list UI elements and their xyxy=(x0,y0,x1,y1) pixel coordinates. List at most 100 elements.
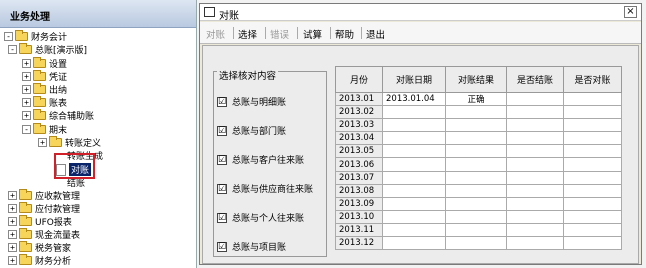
table-row[interactable]: 2013.05 xyxy=(335,144,622,159)
cell-reconciled xyxy=(563,170,622,185)
table-row[interactable]: 2013.08 xyxy=(335,183,622,198)
tree-label: 账表 xyxy=(49,99,68,109)
tree-item-ufo-report[interactable]: + UFO报表 xyxy=(8,215,72,228)
expand-icon[interactable]: + xyxy=(8,243,17,252)
expand-icon[interactable]: + xyxy=(8,191,17,200)
col-header-month: 月份 xyxy=(335,66,383,93)
select-button[interactable]: 选择 xyxy=(238,27,257,41)
col-header-reconcile-date: 对账日期 xyxy=(382,66,446,93)
cell-result xyxy=(445,144,507,159)
folder-icon xyxy=(19,202,32,213)
tree-item-period-end[interactable]: - 期末 xyxy=(22,123,67,136)
checkbox[interactable]: ☑ xyxy=(217,212,227,223)
table-row[interactable]: 2013.12 xyxy=(335,236,622,251)
tree-item-cash-flow[interactable]: + 现金流量表 xyxy=(8,228,80,241)
cell-closed xyxy=(506,118,564,133)
expand-icon[interactable]: + xyxy=(22,111,31,120)
cell-month: 2013.06 xyxy=(335,157,383,172)
cell-result xyxy=(445,183,507,198)
collapse-icon[interactable]: - xyxy=(22,125,31,134)
check-ledger-detail[interactable]: ☑ 总账与明细账 xyxy=(217,95,286,108)
tree-item-voucher[interactable]: + 凭证 xyxy=(22,70,67,83)
cell-reconciled xyxy=(563,222,622,238)
checkbox-label: 总账与供应商往来账 xyxy=(232,185,314,195)
nav-header: 业务处理 xyxy=(0,0,196,28)
cell-date xyxy=(382,170,446,185)
expand-icon[interactable]: + xyxy=(22,72,31,81)
check-ledger-project[interactable]: ☑ 总账与项目账 xyxy=(217,240,286,253)
error-button[interactable]: 错误 xyxy=(270,27,289,41)
table-row[interactable]: 2013.06 xyxy=(335,157,622,172)
table-row[interactable]: 2013.01 2013.01.04 正确 xyxy=(335,91,622,107)
tree-label: 财务分析 xyxy=(35,257,72,267)
tree-item-auxiliary[interactable]: + 综合辅助账 xyxy=(22,109,94,122)
tree-label: 凭证 xyxy=(49,73,68,83)
dialog-title: 对账 xyxy=(219,11,239,22)
check-ledger-personal[interactable]: ☑ 总账与个人往来账 xyxy=(217,211,304,224)
expand-icon[interactable]: + xyxy=(8,217,17,226)
expand-icon[interactable]: + xyxy=(8,256,17,265)
col-header-reconcile-result: 对账结果 xyxy=(445,66,507,93)
table-row[interactable]: 2013.04 xyxy=(335,131,622,146)
expand-icon[interactable]: + xyxy=(22,98,31,107)
cell-date xyxy=(382,196,446,211)
tree-item-cashier[interactable]: + 出纳 xyxy=(22,83,67,96)
expand-icon[interactable]: + xyxy=(22,59,31,68)
table-row[interactable]: 2013.07 xyxy=(335,170,622,185)
cell-month: 2013.05 xyxy=(335,144,383,159)
folder-icon xyxy=(19,189,32,200)
tree-item-receivables[interactable]: + 应收款管理 xyxy=(8,189,80,202)
folder-icon xyxy=(33,70,46,81)
folder-icon xyxy=(19,254,32,265)
tree-item-transfer-define[interactable]: + 转账定义 xyxy=(38,136,101,149)
checkbox[interactable]: ☑ xyxy=(217,125,227,136)
exit-button[interactable]: 退出 xyxy=(366,27,385,41)
table-row[interactable]: 2013.02 xyxy=(335,105,622,120)
checkbox[interactable]: ☑ xyxy=(217,241,227,252)
cell-month: 2013.08 xyxy=(335,183,383,198)
checkbox[interactable]: ☑ xyxy=(217,96,227,107)
tree-label: 综合辅助账 xyxy=(49,112,95,122)
collapse-icon[interactable]: - xyxy=(4,32,13,41)
expand-icon[interactable]: + xyxy=(38,138,47,147)
trial-balance-button[interactable]: 试算 xyxy=(303,27,322,41)
cell-result xyxy=(445,236,507,251)
tree-item-settings[interactable]: + 设置 xyxy=(22,57,67,70)
cell-closed xyxy=(506,222,564,238)
checkbox[interactable]: ☑ xyxy=(217,154,227,165)
cell-result xyxy=(445,131,507,146)
expand-icon[interactable]: + xyxy=(22,85,31,94)
reconcile-button[interactable]: 对账 xyxy=(206,27,225,41)
checkbox[interactable]: ☑ xyxy=(217,183,227,194)
table-row[interactable]: 2013.09 xyxy=(335,196,622,211)
cell-date: 2013.01.04 xyxy=(382,91,446,107)
expand-icon[interactable]: + xyxy=(8,204,17,213)
tree-item-general-ledger[interactable]: - 总账[演示版] xyxy=(8,43,87,56)
help-button[interactable]: 帮助 xyxy=(335,27,354,41)
collapse-icon[interactable]: - xyxy=(8,45,17,54)
dialog-titlebar[interactable]: 对账 × xyxy=(200,4,641,22)
table-row[interactable]: 2013.10 xyxy=(335,209,622,224)
tree-item-payables[interactable]: + 应付款管理 xyxy=(8,202,80,215)
table-row[interactable]: 2013.11 xyxy=(335,222,622,238)
tree-label: 应付款管理 xyxy=(35,205,81,215)
cell-closed xyxy=(506,157,564,172)
tree-item-financial-accounting[interactable]: - 财务会计 xyxy=(4,30,67,43)
tree-item-financial-analysis[interactable]: + 财务分析 xyxy=(8,254,71,267)
tree-item-tax-manager[interactable]: + 税务管家 xyxy=(8,241,71,254)
check-ledger-department[interactable]: ☑ 总账与部门账 xyxy=(217,124,286,137)
tree-label: 总账[演示版] xyxy=(35,46,88,56)
table-row[interactable]: 2013.03 xyxy=(335,118,622,133)
close-button[interactable]: × xyxy=(624,6,637,18)
checkbox-label: 总账与项目账 xyxy=(232,243,287,253)
cell-reconciled xyxy=(563,196,622,211)
expand-icon[interactable]: + xyxy=(8,230,17,239)
folder-icon xyxy=(15,30,28,41)
check-ledger-supplier[interactable]: ☑ 总账与供应商往来账 xyxy=(217,182,313,195)
tree-item-reports[interactable]: + 账表 xyxy=(22,96,67,109)
tree-label: 财务会计 xyxy=(31,33,68,43)
highlight-box xyxy=(54,153,95,179)
check-ledger-customer[interactable]: ☑ 总账与客户往来账 xyxy=(217,153,304,166)
cell-reconciled xyxy=(563,144,622,159)
tree-label: 转账定义 xyxy=(65,139,102,149)
